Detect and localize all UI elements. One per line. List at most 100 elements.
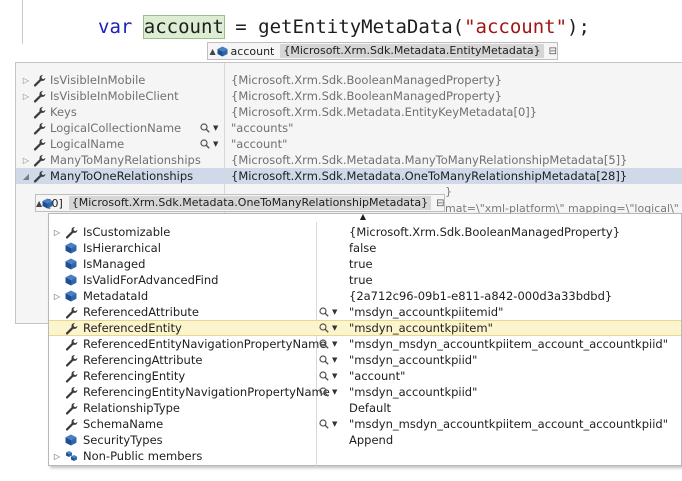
property-name: IsCustomizable: [83, 225, 171, 239]
outer-row[interactable]: ▷ IsVisibleInMobile {Microsoft.Xrm.Sdk.Boo…: [16, 72, 682, 88]
outer-row[interactable]: LogicalCollectionName ▼ "accounts": [16, 120, 682, 136]
inner-row[interactable]: SecurityTypes Append: [49, 432, 681, 448]
magnifier-icon[interactable]: ▼: [319, 387, 337, 397]
expand-arrow-icon[interactable]: ▷: [19, 76, 33, 85]
property-name: IsVisibleInMobile: [50, 73, 146, 87]
property-value[interactable]: "account": [231, 137, 287, 151]
datatip-header-item[interactable]: ▲ [0] {Microsoft.Xrm.Sdk.Metadata.OneToM…: [35, 194, 445, 212]
property-value[interactable]: {Microsoft.Xrm.Sdk.BooleanManagedPropert…: [231, 73, 502, 87]
field-cube-icon: [65, 434, 80, 446]
field-cube-icon: [217, 46, 228, 57]
property-name: IsVisibleInMobileClient: [50, 89, 179, 103]
property-value[interactable]: "msdyn_msdyn_accountkpiitem_account_acco…: [349, 337, 668, 351]
inner-row[interactable]: ReferencedAttribute ▼ "msdyn_accountkpiite…: [49, 304, 681, 320]
field-cube-icon: [65, 242, 80, 254]
property-value[interactable]: "msdyn_accountkpiitemid": [349, 305, 503, 319]
outer-row[interactable]: ▷ IsVisibleInMobileClient {Microsoft.Xrm.S…: [16, 88, 682, 104]
inner-row[interactable]: IsValidForAdvancedFind true: [49, 272, 681, 288]
collapse-arrow-icon[interactable]: ▲: [208, 47, 217, 56]
property-name: IsHierarchical: [83, 241, 161, 255]
property-name: ManyToOneRelationships: [50, 169, 194, 183]
code-editor-line: var account = getEntityMetaData("account…: [0, 0, 682, 44]
property-name: ReferencingAttribute: [83, 353, 203, 367]
code-assign: = getEntityMetaData(: [223, 16, 465, 38]
property-value[interactable]: Append: [349, 433, 393, 447]
wrench-icon: [33, 74, 47, 87]
magnifier-icon[interactable]: ▼: [200, 123, 218, 133]
wrench-icon: [65, 306, 80, 319]
magnifier-icon[interactable]: ▼: [319, 339, 337, 349]
property-value[interactable]: Default: [349, 401, 391, 415]
property-name: ReferencedEntityNavigationPropertyName: [83, 337, 327, 351]
expand-arrow-icon[interactable]: ▷: [19, 156, 33, 165]
outer-row[interactable]: Keys {Microsoft.Xrm.Sdk.Metadata.EntityKe…: [16, 104, 682, 120]
inner-row[interactable]: IsManaged true: [49, 256, 681, 272]
property-value[interactable]: {2a712c96-09b1-e811-a842-000d3a33bdbd}: [349, 289, 612, 303]
property-value[interactable]: "msdyn_accountkpiid": [349, 385, 477, 399]
wrench-icon: [65, 370, 80, 383]
magnifier-icon[interactable]: ▼: [319, 307, 337, 317]
magnifier-icon[interactable]: ▼: [319, 371, 337, 381]
expand-arrow-icon[interactable]: ▷: [52, 452, 62, 461]
pin-icon[interactable]: ⊟: [549, 46, 557, 57]
property-name: LogicalName: [50, 137, 125, 151]
property-value[interactable]: {Microsoft.Xrm.Sdk.Metadata.EntityKeyMet…: [231, 105, 537, 119]
property-value[interactable]: {Microsoft.Xrm.Sdk.BooleanManagedPropert…: [231, 89, 502, 103]
inner-row[interactable]: RelationshipType Default: [49, 400, 681, 416]
code-variable-hovered[interactable]: account: [142, 15, 225, 39]
property-name: LogicalCollectionName: [50, 121, 182, 135]
inner-row[interactable]: ReferencingEntity ▼ "account": [49, 368, 681, 384]
outer-row[interactable]: ▷ ManyToManyRelationships {Microsoft.Xrm.S…: [16, 152, 682, 168]
property-name: RelationshipType: [83, 401, 181, 415]
expand-arrow-icon[interactable]: ▷: [19, 92, 33, 101]
property-name: ReferencingEntityNavigationPropertyName: [83, 385, 330, 399]
expand-arrow-icon[interactable]: ▷: [52, 292, 62, 301]
property-value[interactable]: "account": [349, 369, 405, 383]
magnifier-icon[interactable]: ▼: [319, 323, 337, 333]
wrench-icon: [33, 170, 47, 183]
field-cube-icon: [65, 274, 80, 286]
property-value[interactable]: true: [349, 257, 373, 271]
wrench-icon: [33, 106, 47, 119]
datatip-variable-name: account: [230, 44, 275, 58]
inner-row[interactable]: ReferencingAttribute ▼ "msdyn_accountkpiid…: [49, 352, 681, 368]
wrench-icon: [65, 354, 80, 367]
pin-icon[interactable]: ⊟: [436, 198, 444, 209]
property-value[interactable]: true: [349, 273, 373, 287]
wrench-icon: [33, 138, 47, 151]
property-value[interactable]: {Microsoft.Xrm.Sdk.BooleanManagedPropert…: [349, 225, 620, 239]
datatip-variable-value[interactable]: {Microsoft.Xrm.Sdk.Metadata.EntityMetada…: [280, 44, 544, 58]
property-value[interactable]: "msdyn_accountkpiitem": [349, 321, 493, 335]
wrench-icon: [65, 418, 80, 431]
inner-row[interactable]: SchemaName ▼ "msdyn_msdyn_accountkpiitem_a…: [49, 416, 681, 432]
inner-row[interactable]: ▷ IsCustomizable {Microsoft.Xrm.Sdk.Boolea…: [49, 224, 681, 240]
property-value[interactable]: false: [349, 241, 376, 255]
property-value[interactable]: {Microsoft.Xrm.Sdk.Metadata.OneToManyRel…: [231, 169, 627, 183]
magnifier-icon[interactable]: ▼: [200, 139, 218, 149]
expand-arrow-icon[interactable]: ▷: [52, 228, 62, 237]
outer-row[interactable]: ◢ ManyToOneRelationships {Microsoft.Xrm.Sd…: [16, 168, 682, 184]
datatip-item-value[interactable]: {Microsoft.Xrm.Sdk.Metadata.OneToManyRel…: [68, 196, 432, 210]
inner-row[interactable]: ▷ MetadataId {2a712c96-09b1-e811-a842-000d…: [49, 288, 681, 304]
property-value[interactable]: "msdyn_msdyn_accountkpiitem_account_acco…: [349, 417, 668, 431]
inner-row[interactable]: ▷ Non-Public members: [49, 448, 681, 464]
inner-row[interactable]: ReferencedEntity ▼ "msdyn_accountkpiitem": [49, 320, 681, 336]
magnifier-icon[interactable]: ▼: [319, 419, 337, 429]
property-value[interactable]: {Microsoft.Xrm.Sdk.Metadata.ManyToManyRe…: [231, 153, 628, 167]
outer-row[interactable]: LogicalName ▼ "account": [16, 136, 682, 152]
inner-row[interactable]: ReferencedEntityNavigationPropertyName ▼ "…: [49, 336, 681, 352]
property-value[interactable]: "accounts": [231, 121, 293, 135]
wrench-icon: [33, 90, 47, 103]
property-name: Keys: [50, 105, 77, 119]
expand-arrow-icon[interactable]: ◢: [19, 172, 33, 181]
magnifier-icon[interactable]: ▼: [319, 355, 337, 365]
scroll-up-arrow-icon[interactable]: ▲: [357, 213, 369, 221]
wrench-icon: [65, 322, 80, 335]
gutter-line: [22, 0, 23, 44]
code-end: );: [567, 16, 590, 38]
datatip-header-account[interactable]: ▲ account {Microsoft.Xrm.Sdk.Metadata.En…: [207, 42, 558, 60]
inner-row[interactable]: ReferencingEntityNavigationPropertyName ▼…: [49, 384, 681, 400]
wrench-icon: [33, 122, 47, 135]
inner-row[interactable]: IsHierarchical false: [49, 240, 681, 256]
property-value[interactable]: "msdyn_accountkpiid": [349, 353, 477, 367]
